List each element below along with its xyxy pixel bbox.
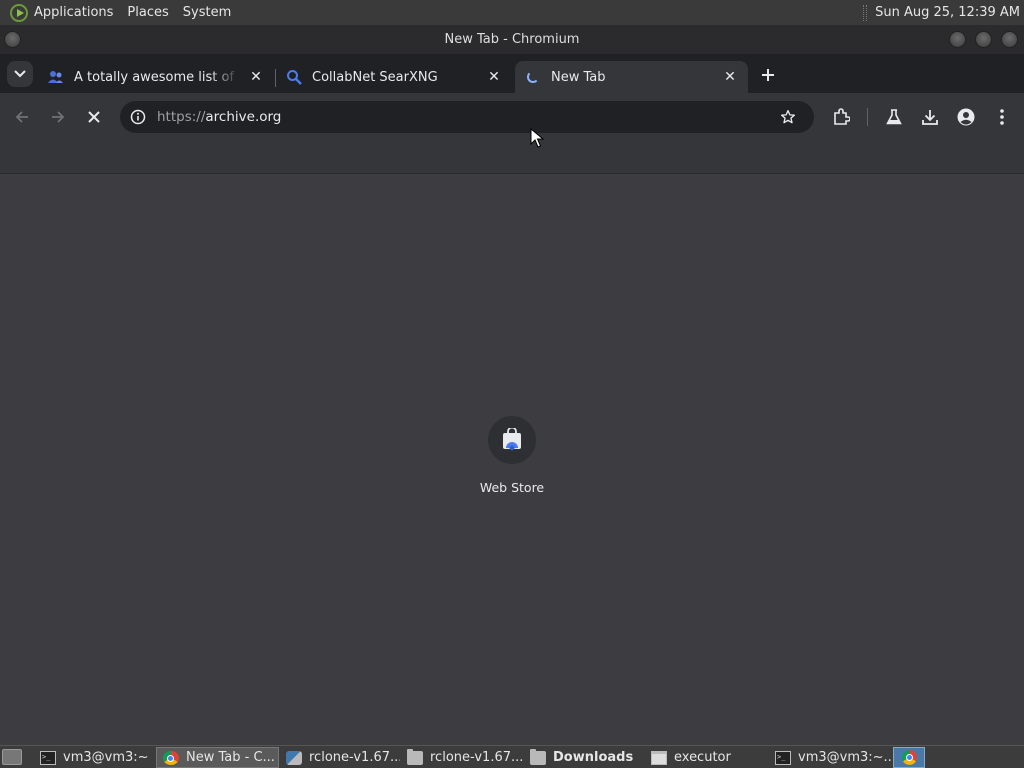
url-host: archive.org xyxy=(205,109,282,125)
close-window-button[interactable] xyxy=(1001,31,1018,48)
folder-icon xyxy=(407,748,423,765)
chromium-icon xyxy=(163,750,179,765)
close-icon xyxy=(88,111,100,123)
labs-button[interactable] xyxy=(882,105,906,129)
task-chromium[interactable]: New Tab - C... xyxy=(156,747,279,768)
tab-title: CollabNet SearXNG xyxy=(312,69,438,85)
task-rclone-window[interactable]: rclone-v1.67... xyxy=(280,747,400,768)
system-menu[interactable]: System xyxy=(176,0,238,25)
new-tab-page: Web Store xyxy=(0,174,1024,745)
window-title: New Tab - Chromium xyxy=(444,32,580,47)
bottom-taskbar: vm3@vm3:~ New Tab - C... rclone-v1.67...… xyxy=(0,745,1024,768)
extensions-button[interactable] xyxy=(829,105,853,129)
tray-chromium-button[interactable] xyxy=(893,747,925,768)
url-scheme: https:// xyxy=(157,109,206,125)
tab-title: A totally awesome list of "old xyxy=(74,69,240,85)
downloads-button[interactable] xyxy=(918,105,942,129)
people-icon xyxy=(48,69,64,85)
minimize-button[interactable] xyxy=(949,31,966,48)
toolbar-divider xyxy=(867,108,868,126)
chevron-down-icon xyxy=(14,70,26,78)
tab-search-button[interactable] xyxy=(7,61,33,87)
show-desktop-button[interactable] xyxy=(2,749,22,765)
task-terminal-2[interactable]: vm3@vm3:~... xyxy=(769,747,891,768)
plus-icon xyxy=(762,69,774,81)
applications-menu-label: Applications xyxy=(34,5,114,20)
tab-awesome-list[interactable]: A totally awesome list of "old ✕ xyxy=(38,61,274,93)
flask-icon xyxy=(886,109,902,125)
back-button[interactable] xyxy=(10,105,34,129)
task-label: New Tab - C... xyxy=(186,750,275,765)
window-icon xyxy=(651,750,667,765)
account-icon xyxy=(957,108,975,126)
places-menu-label: Places xyxy=(127,5,169,20)
places-menu[interactable]: Places xyxy=(120,0,175,25)
url-text[interactable]: https://archive.org xyxy=(157,101,281,133)
new-tab-button[interactable] xyxy=(756,63,780,87)
web-store-icon xyxy=(488,416,536,464)
address-bar[interactable]: https://archive.org xyxy=(120,101,814,133)
forward-button[interactable] xyxy=(46,105,70,129)
bookmark-star-icon[interactable] xyxy=(778,107,798,127)
top-panel: Applications Places System Sun Aug 25, 1… xyxy=(0,0,1024,25)
task-label: vm3@vm3:~ xyxy=(63,750,149,765)
task-label: executor xyxy=(674,750,731,765)
arrow-left-icon xyxy=(15,111,28,123)
tab-title: New Tab xyxy=(551,69,606,85)
arrow-right-icon xyxy=(52,111,65,123)
applications-menu[interactable]: Applications xyxy=(0,0,120,25)
terminal-icon xyxy=(775,750,791,765)
tab-close-icon[interactable]: ✕ xyxy=(246,67,266,87)
tab-close-icon[interactable]: ✕ xyxy=(484,67,504,87)
system-menu-label: System xyxy=(182,5,232,20)
window-title-bar[interactable]: New Tab - Chromium xyxy=(0,25,1024,54)
task-downloads[interactable]: Downloads xyxy=(524,747,644,768)
tab-collabnet-searxng[interactable]: CollabNet SearXNG ✕ xyxy=(276,61,512,93)
task-label: Downloads xyxy=(553,750,634,765)
task-label: rclone-v1.67... xyxy=(309,750,400,765)
tab-close-icon[interactable]: ✕ xyxy=(720,67,740,87)
task-label: rclone-v1.67... xyxy=(430,750,523,765)
shortcut-web-store[interactable]: Web Store xyxy=(472,412,552,495)
download-icon xyxy=(922,110,938,125)
distro-logo-icon xyxy=(10,3,28,22)
main-menu-button[interactable] xyxy=(990,105,1014,129)
terminal-icon xyxy=(40,750,56,765)
site-info-icon[interactable] xyxy=(128,107,148,127)
shortcut-label: Web Store xyxy=(479,480,545,495)
task-label: vm3@vm3:~... xyxy=(798,750,891,765)
panel-clock[interactable]: Sun Aug 25, 12:39 AM xyxy=(875,5,1020,20)
task-executor[interactable]: executor xyxy=(645,747,765,768)
rclone-icon xyxy=(286,750,302,765)
search-icon xyxy=(286,69,302,85)
more-vertical-icon xyxy=(1000,109,1004,125)
task-rclone-folder[interactable]: rclone-v1.67... xyxy=(401,747,523,768)
maximize-button[interactable] xyxy=(975,31,992,48)
profile-button[interactable] xyxy=(954,105,978,129)
tab-strip: A totally awesome list of "old ✕ CollabN… xyxy=(0,54,1024,93)
puzzle-icon xyxy=(834,108,850,125)
folder-icon xyxy=(530,748,546,765)
loading-spinner-icon xyxy=(525,69,541,85)
chromium-icon xyxy=(901,750,917,765)
bookmarks-bar xyxy=(0,141,1024,174)
mouse-cursor-icon xyxy=(530,128,544,148)
tab-new-tab[interactable]: New Tab ✕ xyxy=(515,61,748,93)
task-terminal-1[interactable]: vm3@vm3:~ xyxy=(34,747,154,768)
panel-grip-icon xyxy=(863,4,868,21)
stop-loading-button[interactable] xyxy=(82,105,106,129)
